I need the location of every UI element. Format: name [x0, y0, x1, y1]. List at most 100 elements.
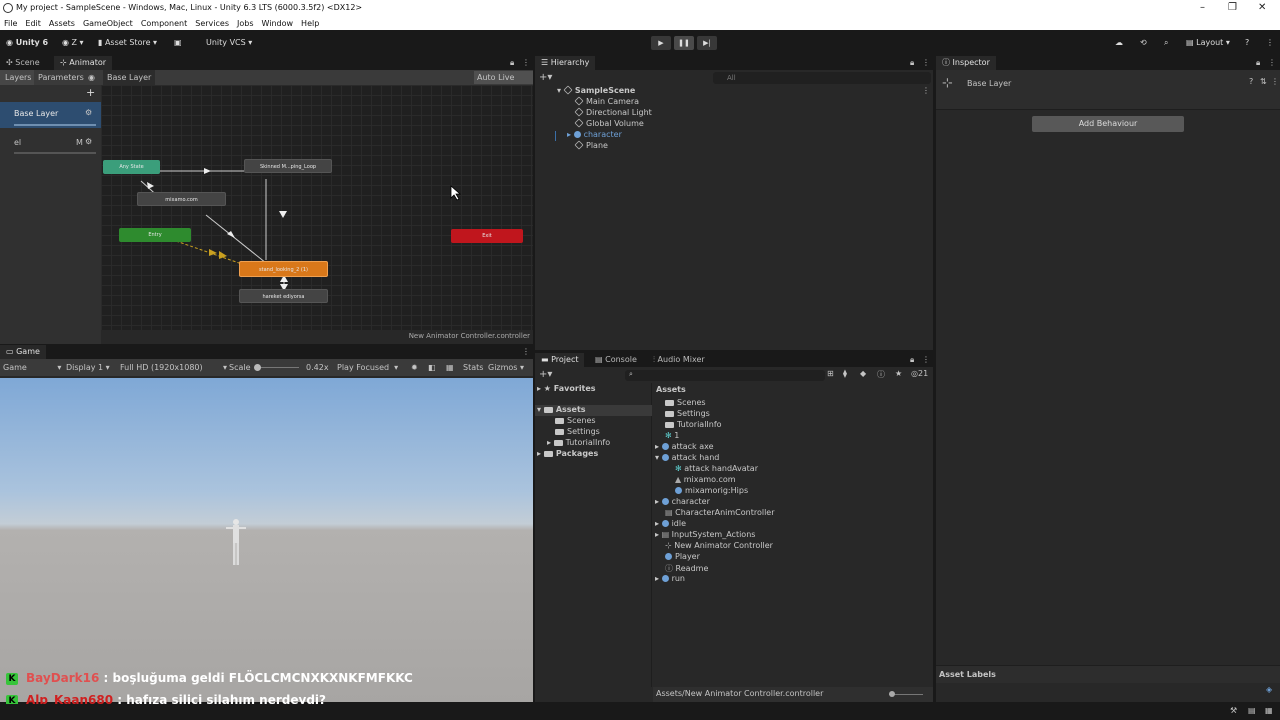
asset-item[interactable]: ▸ ▤ InputSystem_Actions — [655, 530, 755, 539]
search-icon[interactable]: ⌕ — [1164, 37, 1168, 49]
filter-icon[interactable]: ⧫ — [843, 369, 847, 378]
asset-item[interactable]: ▲ mixamo.com — [675, 475, 736, 484]
animator-graph[interactable]: Any State Skinned M...ping_Loop mixamo.c… — [101, 85, 533, 330]
breadcrumb[interactable]: Base Layer — [103, 70, 156, 85]
project-search-input[interactable]: ⌕ — [625, 370, 825, 381]
tab-scene[interactable]: ✣ Scene — [0, 56, 46, 70]
asset-item[interactable]: ⓘ Readme — [665, 563, 708, 574]
grid-icon[interactable]: ▦ — [446, 359, 454, 376]
asset-item[interactable]: ✻ 1 — [665, 431, 679, 440]
visibility-count[interactable]: ◎21 — [911, 369, 928, 378]
hierarchy-item[interactable]: Global Volume — [574, 118, 644, 128]
unity-account-button[interactable]: ◉ Unity 6 — [6, 37, 48, 49]
help-icon[interactable]: ? — [1249, 77, 1253, 86]
notification-icon[interactable]: ▦ — [1265, 706, 1273, 715]
panel-menu-icon[interactable]: ⋮ — [522, 58, 530, 67]
menu-assets[interactable]: Assets — [49, 19, 75, 28]
exit-node[interactable]: Exit — [451, 229, 523, 243]
game-mode-dropdown[interactable]: Game ▾ — [3, 359, 61, 376]
tree-assets[interactable]: ▾ Assets — [537, 405, 586, 414]
hierarchy-item[interactable]: ▸ character — [567, 130, 622, 139]
asset-item[interactable]: mixamorig:Hips — [675, 486, 748, 495]
tab-project[interactable]: ▬ Project — [535, 353, 585, 367]
unity-vcs-button[interactable]: Unity VCS ▾ — [206, 37, 252, 49]
hierarchy-item[interactable]: Main Camera — [574, 96, 639, 106]
layer-item-base[interactable]: Base Layer ⚙ — [0, 102, 101, 128]
scene-row[interactable]: ▾ SampleScene — [557, 85, 635, 95]
bug-icon[interactable]: ✹ — [411, 359, 418, 376]
skinned-state-node[interactable]: Skinned M...ping_Loop — [244, 159, 332, 173]
layout-dropdown[interactable]: ▤ Layout ▾ — [1186, 37, 1230, 49]
settings-icon[interactable]: ⚒ — [1230, 706, 1237, 715]
asset-item[interactable]: Scenes — [665, 398, 706, 407]
tab-layers[interactable]: Layers — [0, 70, 34, 85]
eye-icon[interactable]: ◉ — [88, 70, 95, 85]
close-icon[interactable]: ✕ — [1258, 0, 1266, 16]
entry-node[interactable]: Entry — [119, 228, 191, 242]
menu-component[interactable]: Component — [141, 19, 187, 28]
asset-item[interactable]: ▸ idle — [655, 519, 686, 528]
menu-jobs[interactable]: Jobs — [237, 19, 254, 28]
tree-favorites[interactable]: ▸ ★ Favorites — [537, 384, 596, 393]
add-icon[interactable]: +▾ — [539, 369, 552, 380]
tree-item[interactable]: Scenes — [555, 416, 596, 425]
step-button[interactable]: ▶| — [697, 36, 717, 50]
tree-packages[interactable]: ▸ Packages — [537, 449, 598, 458]
layer-item-el[interactable]: el M ⚙ — [0, 131, 101, 157]
any-state-node[interactable]: Any State — [103, 160, 160, 174]
tab-hierarchy[interactable]: ☰ Hierarchy — [535, 56, 596, 70]
tree-item[interactable]: ▸ TutorialInfo — [547, 438, 610, 447]
more-menu-icon[interactable]: ⋮ — [1266, 37, 1274, 49]
play-focused-dropdown[interactable]: Play Focused ▾ — [337, 359, 398, 376]
hierarchy-search-input[interactable]: All — [713, 72, 931, 84]
add-layer-icon[interactable]: + — [86, 86, 95, 99]
asset-item[interactable]: ▸ character — [655, 497, 710, 506]
asset-item[interactable]: ✻ attack handAvatar — [675, 464, 758, 473]
asset-item[interactable]: Settings — [665, 409, 710, 418]
game-viewport[interactable] — [0, 378, 533, 702]
lock-icon[interactable]: 🔒︎ — [910, 58, 914, 68]
tab-console[interactable]: ▤ Console — [589, 353, 643, 367]
panel-menu-icon[interactable]: ⋮ — [922, 355, 930, 364]
panel-menu-icon[interactable]: ⋮ — [1268, 58, 1276, 67]
tab-parameters[interactable]: Parameters — [38, 70, 84, 85]
panel-menu-icon[interactable]: ⋮ — [922, 58, 930, 67]
tab-animator[interactable]: ⊹ Animator — [54, 56, 113, 70]
tag-icon[interactable]: ◈ — [1266, 685, 1272, 694]
scene-menu-icon[interactable]: ⋮ — [922, 86, 930, 95]
add-behaviour-button[interactable]: Add Behaviour — [1032, 116, 1184, 132]
menu-gameobject[interactable]: GameObject — [83, 19, 133, 28]
account-dropdown[interactable]: ◉ Z ▾ — [62, 37, 84, 49]
default-state-node[interactable]: stand_looking_2 (1) — [239, 261, 328, 277]
panel-menu-icon[interactable]: ⋮ — [522, 347, 530, 356]
auto-live-link-button[interactable]: Auto Live Link — [474, 71, 533, 95]
add-icon[interactable]: +▾ — [539, 72, 552, 83]
gear-icon[interactable]: ⚙ — [85, 108, 92, 117]
lock-icon[interactable]: 🔒︎ — [510, 58, 514, 68]
asset-item[interactable]: ⊹ New Animator Controller — [665, 541, 773, 550]
search-by-type-icon[interactable]: ⊞ — [827, 369, 834, 378]
more-icon[interactable]: ⋮ — [1271, 77, 1279, 86]
help-icon[interactable]: ? — [1245, 37, 1249, 49]
info-icon[interactable]: ⓘ — [877, 369, 885, 380]
resolution-dropdown[interactable]: Full HD (1920x1080) ▾ — [120, 359, 227, 376]
lock-icon[interactable]: 🔒︎ — [1256, 58, 1260, 68]
display-dropdown[interactable]: Display 1 ▾ — [66, 359, 110, 376]
asset-store-button[interactable]: ▮ Asset Store ▾ — [98, 37, 157, 49]
stats-button[interactable]: Stats — [463, 359, 483, 376]
asset-item[interactable]: ▸ run — [655, 574, 685, 583]
lock-icon[interactable]: 🔒︎ — [910, 355, 914, 365]
menu-edit[interactable]: Edit — [25, 19, 41, 28]
play-button[interactable]: ▶ — [651, 36, 671, 50]
maximize-icon[interactable]: ❐ — [1228, 0, 1237, 16]
star-icon[interactable]: ★ — [895, 369, 902, 378]
menu-window[interactable]: Window — [262, 19, 294, 28]
menu-help[interactable]: Help — [301, 19, 319, 28]
gear-icon[interactable]: ⚙ — [85, 137, 92, 146]
tree-item[interactable]: Settings — [555, 427, 600, 436]
package-icon[interactable]: ▣ — [174, 37, 182, 49]
asset-item[interactable]: TutorialInfo — [665, 420, 722, 429]
asset-item[interactable]: Player — [665, 552, 700, 561]
pause-button[interactable]: ❚❚ — [674, 36, 694, 50]
asset-item[interactable]: ▸ attack axe — [655, 442, 714, 451]
